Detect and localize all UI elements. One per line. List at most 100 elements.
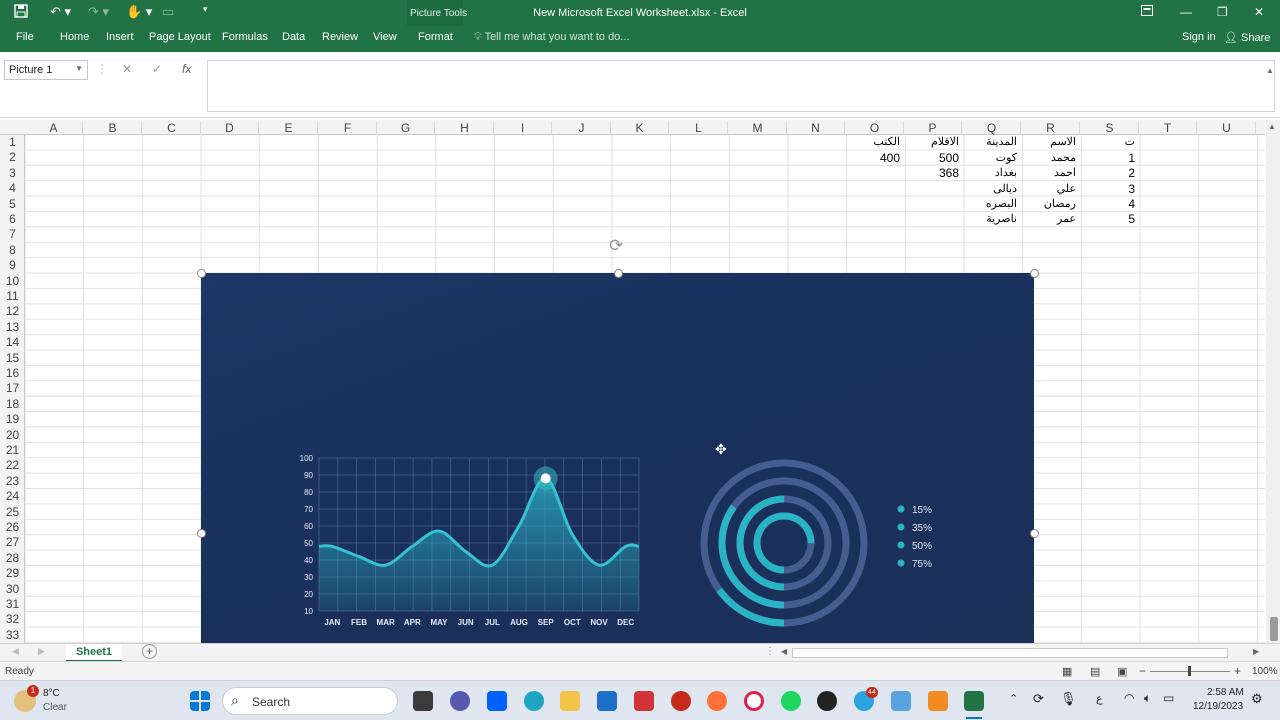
split-handle-icon[interactable]: ⋮ <box>765 646 775 657</box>
tab-home[interactable]: Home <box>60 31 89 43</box>
mail-icon[interactable] <box>597 691 617 711</box>
cell-O1[interactable]: الكتب <box>846 135 902 150</box>
dropbox-icon[interactable] <box>487 691 507 711</box>
tab-page-layout[interactable]: Page Layout <box>149 31 211 43</box>
column-header[interactable]: J <box>553 121 611 135</box>
picture-1[interactable]: 100 90 80 70 60 50 40 30 20 10 JAN FEB MAR APR MAY JUN… <box>201 273 1034 643</box>
file-explorer-icon[interactable] <box>560 691 580 711</box>
row-header[interactable]: 30 <box>0 582 25 596</box>
cell-R5[interactable]: رمضان <box>1022 197 1078 212</box>
share-button[interactable]: 👤︎ Share <box>1224 31 1270 44</box>
tab-review[interactable]: Review <box>322 31 358 43</box>
column-header[interactable]: N <box>787 121 845 135</box>
row-header[interactable]: 20 <box>0 428 25 442</box>
row-header[interactable]: 22 <box>0 458 25 472</box>
row-header[interactable]: 12 <box>0 304 25 318</box>
cell-S4[interactable]: 3 <box>1081 182 1137 197</box>
add-sheet-icon[interactable]: + <box>142 644 157 659</box>
excel-taskbar-icon[interactable] <box>964 691 984 711</box>
vertical-scroll-thumb[interactable] <box>1270 617 1278 641</box>
snipping-tool-icon[interactable] <box>891 691 911 711</box>
row-header[interactable]: 3 <box>0 166 25 180</box>
cell-Q1[interactable]: المدينة <box>963 135 1019 150</box>
formula-input[interactable] <box>207 60 1275 112</box>
column-header[interactable]: G <box>377 121 435 135</box>
column-header[interactable]: D <box>201 121 259 135</box>
clock-time[interactable]: 2:58 AM <box>1207 687 1244 698</box>
tab-file[interactable]: File <box>16 31 34 43</box>
cell-R6[interactable]: عمر <box>1022 212 1078 227</box>
prev-sheet-icon[interactable]: ◀ <box>12 646 19 657</box>
column-header[interactable]: P <box>904 121 962 135</box>
resize-handle[interactable] <box>197 269 206 278</box>
wifi-icon[interactable]: ◠ <box>1124 691 1134 705</box>
volume-icon[interactable]: 🔈︎ <box>1144 691 1151 706</box>
column-header[interactable]: A <box>25 121 83 135</box>
row-header[interactable]: 21 <box>0 443 25 457</box>
cell-O2[interactable]: 400 <box>846 151 902 166</box>
column-header[interactable]: U <box>1198 121 1256 135</box>
camtasia-icon[interactable] <box>928 691 948 711</box>
column-header[interactable]: K <box>611 121 669 135</box>
cell-R4[interactable]: علي <box>1022 182 1078 197</box>
column-header[interactable]: H <box>436 121 494 135</box>
zoom-level[interactable]: 100% <box>1252 666 1278 677</box>
row-header[interactable]: 13 <box>0 320 25 334</box>
show-hidden-icons-icon[interactable]: ⌃ <box>1009 692 1018 705</box>
column-header[interactable]: E <box>260 121 318 135</box>
resize-handle[interactable] <box>197 529 206 538</box>
cell-P1[interactable]: الاقلام <box>905 135 961 150</box>
scroll-right-icon[interactable]: ▶ <box>1253 647 1259 656</box>
close-icon[interactable]: ✕ <box>1254 5 1264 19</box>
opera-icon[interactable] <box>744 691 764 711</box>
column-header[interactable]: C <box>143 121 201 135</box>
media-player-icon[interactable] <box>817 691 837 711</box>
tab-format[interactable]: Format <box>418 31 453 43</box>
row-header[interactable]: 18 <box>0 397 25 411</box>
cell-Q4[interactable]: ديالى <box>963 182 1019 197</box>
row-header[interactable]: 26 <box>0 520 25 534</box>
row-header[interactable]: 28 <box>0 551 25 565</box>
page-break-view-icon[interactable]: ▣ <box>1117 665 1127 678</box>
column-header[interactable]: R <box>1022 121 1080 135</box>
taskbar-search[interactable]: ⌕ Search <box>222 687 398 715</box>
page-layout-view-icon[interactable]: ▤ <box>1090 665 1100 678</box>
davinci-icon[interactable] <box>671 691 691 711</box>
row-header[interactable]: 32 <box>0 612 25 626</box>
column-header[interactable]: T <box>1139 121 1197 135</box>
cell-S5[interactable]: 4 <box>1081 197 1137 212</box>
firefox-icon[interactable] <box>707 691 727 711</box>
cell-R1[interactable]: الاسم <box>1022 135 1078 150</box>
edge-icon[interactable] <box>524 691 544 711</box>
row-header[interactable]: 29 <box>0 566 25 580</box>
row-header[interactable]: 16 <box>0 366 25 380</box>
column-header[interactable]: I <box>494 121 552 135</box>
restore-icon[interactable]: ❐ <box>1217 5 1228 19</box>
ribbon-display-icon[interactable] <box>1141 5 1153 19</box>
tab-data[interactable]: Data <box>282 31 305 43</box>
next-sheet-icon[interactable]: ▶ <box>38 646 45 657</box>
vertical-scrollbar[interactable] <box>1266 120 1280 643</box>
scroll-left-icon[interactable]: ◀ <box>781 647 787 656</box>
tab-insert[interactable]: Insert <box>106 31 134 43</box>
cell-S2[interactable]: 1 <box>1081 151 1137 166</box>
row-header[interactable]: 33 <box>0 628 25 642</box>
zoom-slider-thumb[interactable] <box>1188 666 1191 676</box>
horizontal-scroll-thumb[interactable] <box>792 648 1228 658</box>
row-header[interactable]: 23 <box>0 474 25 488</box>
microphone-icon[interactable]: 🎙︎ <box>1060 691 1077 707</box>
rotate-handle-icon[interactable]: ⟳ <box>609 236 623 256</box>
cell-R3[interactable]: احمد <box>1022 166 1078 181</box>
cell-S3[interactable]: 2 <box>1081 166 1137 181</box>
tell-me-box[interactable]: 💡︎ Tell me what you want to do... <box>474 31 629 44</box>
row-header[interactable]: 31 <box>0 597 25 611</box>
cell-R2[interactable]: محمد <box>1022 151 1078 166</box>
row-header[interactable]: 15 <box>0 351 25 365</box>
column-header[interactable]: S <box>1081 121 1139 135</box>
row-header[interactable]: 6 <box>0 212 25 226</box>
sheet-tab-sheet1[interactable]: Sheet1 <box>66 644 122 662</box>
zoom-in-icon[interactable]: + <box>1234 664 1241 678</box>
row-header[interactable]: 10 <box>0 274 25 288</box>
column-header[interactable]: O <box>846 121 904 135</box>
windows-start-icon[interactable] <box>190 691 210 711</box>
